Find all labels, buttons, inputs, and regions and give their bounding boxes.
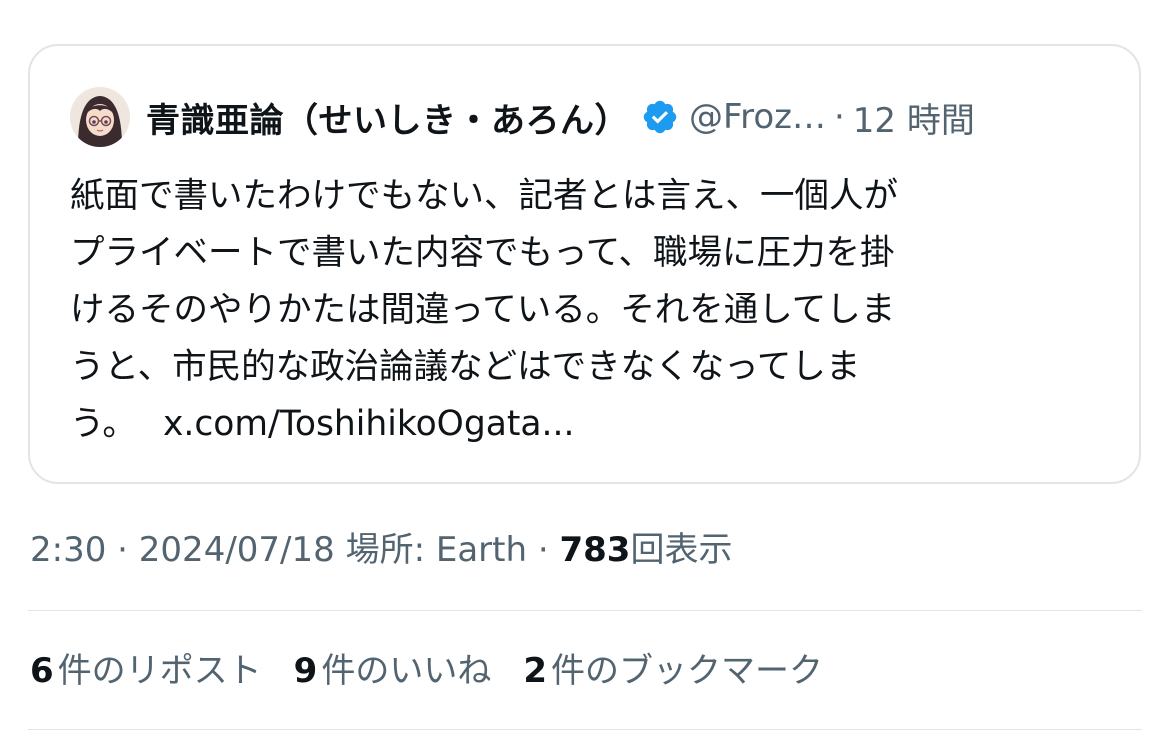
tweet-text-line: プライベートで書いた内容でもって、職場に圧力を掛 — [70, 233, 895, 273]
bookmarks-stat[interactable]: 2 件のブックマーク — [523, 643, 823, 692]
likes-count: 9 — [293, 651, 318, 691]
meta-separator: · — [117, 530, 128, 570]
views-label[interactable]: 回表示 — [630, 530, 732, 570]
tweet-text-end: う。 — [70, 404, 137, 444]
quoted-tweet-author-row: 青識亜論（せいしき・あろん） @Froz… · 12 時間 — [70, 84, 1099, 150]
tweet-meta-row: 2:30 · 2024/07/18 場所: Earth · 783回表示 — [30, 522, 732, 571]
author-handle[interactable]: @Froz… — [689, 97, 826, 137]
meta-separator: · — [537, 530, 549, 570]
tweet-link[interactable]: x.com/ToshihikoOgata... — [163, 404, 575, 444]
separator-dot: · — [833, 97, 845, 137]
reposts-count: 6 — [30, 651, 54, 691]
bookmarks-label: 件のブックマーク — [551, 651, 824, 691]
likes-label: 件のいいね — [321, 651, 492, 691]
divider — [28, 729, 1142, 730]
tweet-time[interactable]: 2:30 — [30, 530, 106, 570]
tweet-location: 場所: Earth — [345, 530, 528, 570]
quoted-tweet-card[interactable]: 青識亜論（せいしき・あろん） @Froz… · 12 時間 紙面で書いたわけでも… — [28, 44, 1141, 484]
likes-stat[interactable]: 9 件のいいね — [294, 643, 492, 692]
tweet-text-line: うと、市民的な政治論議などはできなくなってしま — [70, 347, 861, 387]
engagement-stats-row: 6 件のリポスト 9 件のいいね 2 件のブックマーク — [30, 643, 855, 692]
reposts-stat[interactable]: 6 件のリポスト — [30, 643, 262, 692]
tweet-text-last-line: う。 x.com/ToshihikoOgata... — [70, 396, 1100, 453]
reposts-label: 件のリポスト — [57, 651, 262, 691]
author-display-name[interactable]: 青識亜論（せいしき・あろん） — [146, 93, 629, 142]
divider — [28, 610, 1142, 611]
tweet-text-line: 紙面で書いたわけでもない、記者とは言え、一個人が — [70, 176, 898, 216]
tweet-text-line: けるそのやりかたは間違っている。それを通してしま — [70, 290, 896, 330]
avatar[interactable] — [70, 87, 130, 147]
verified-badge-icon — [643, 100, 677, 134]
quoted-tweet-text: 紙面で書いたわけでもない、記者とは言え、一個人が プライベートで書いた内容でもっ… — [70, 168, 1100, 453]
bookmarks-count: 2 — [523, 651, 548, 691]
tweet-date[interactable]: 2024/07/18 — [139, 530, 335, 570]
views-count[interactable]: 783 — [559, 530, 630, 570]
tweet-time-ago[interactable]: 12 時間 — [853, 93, 975, 142]
